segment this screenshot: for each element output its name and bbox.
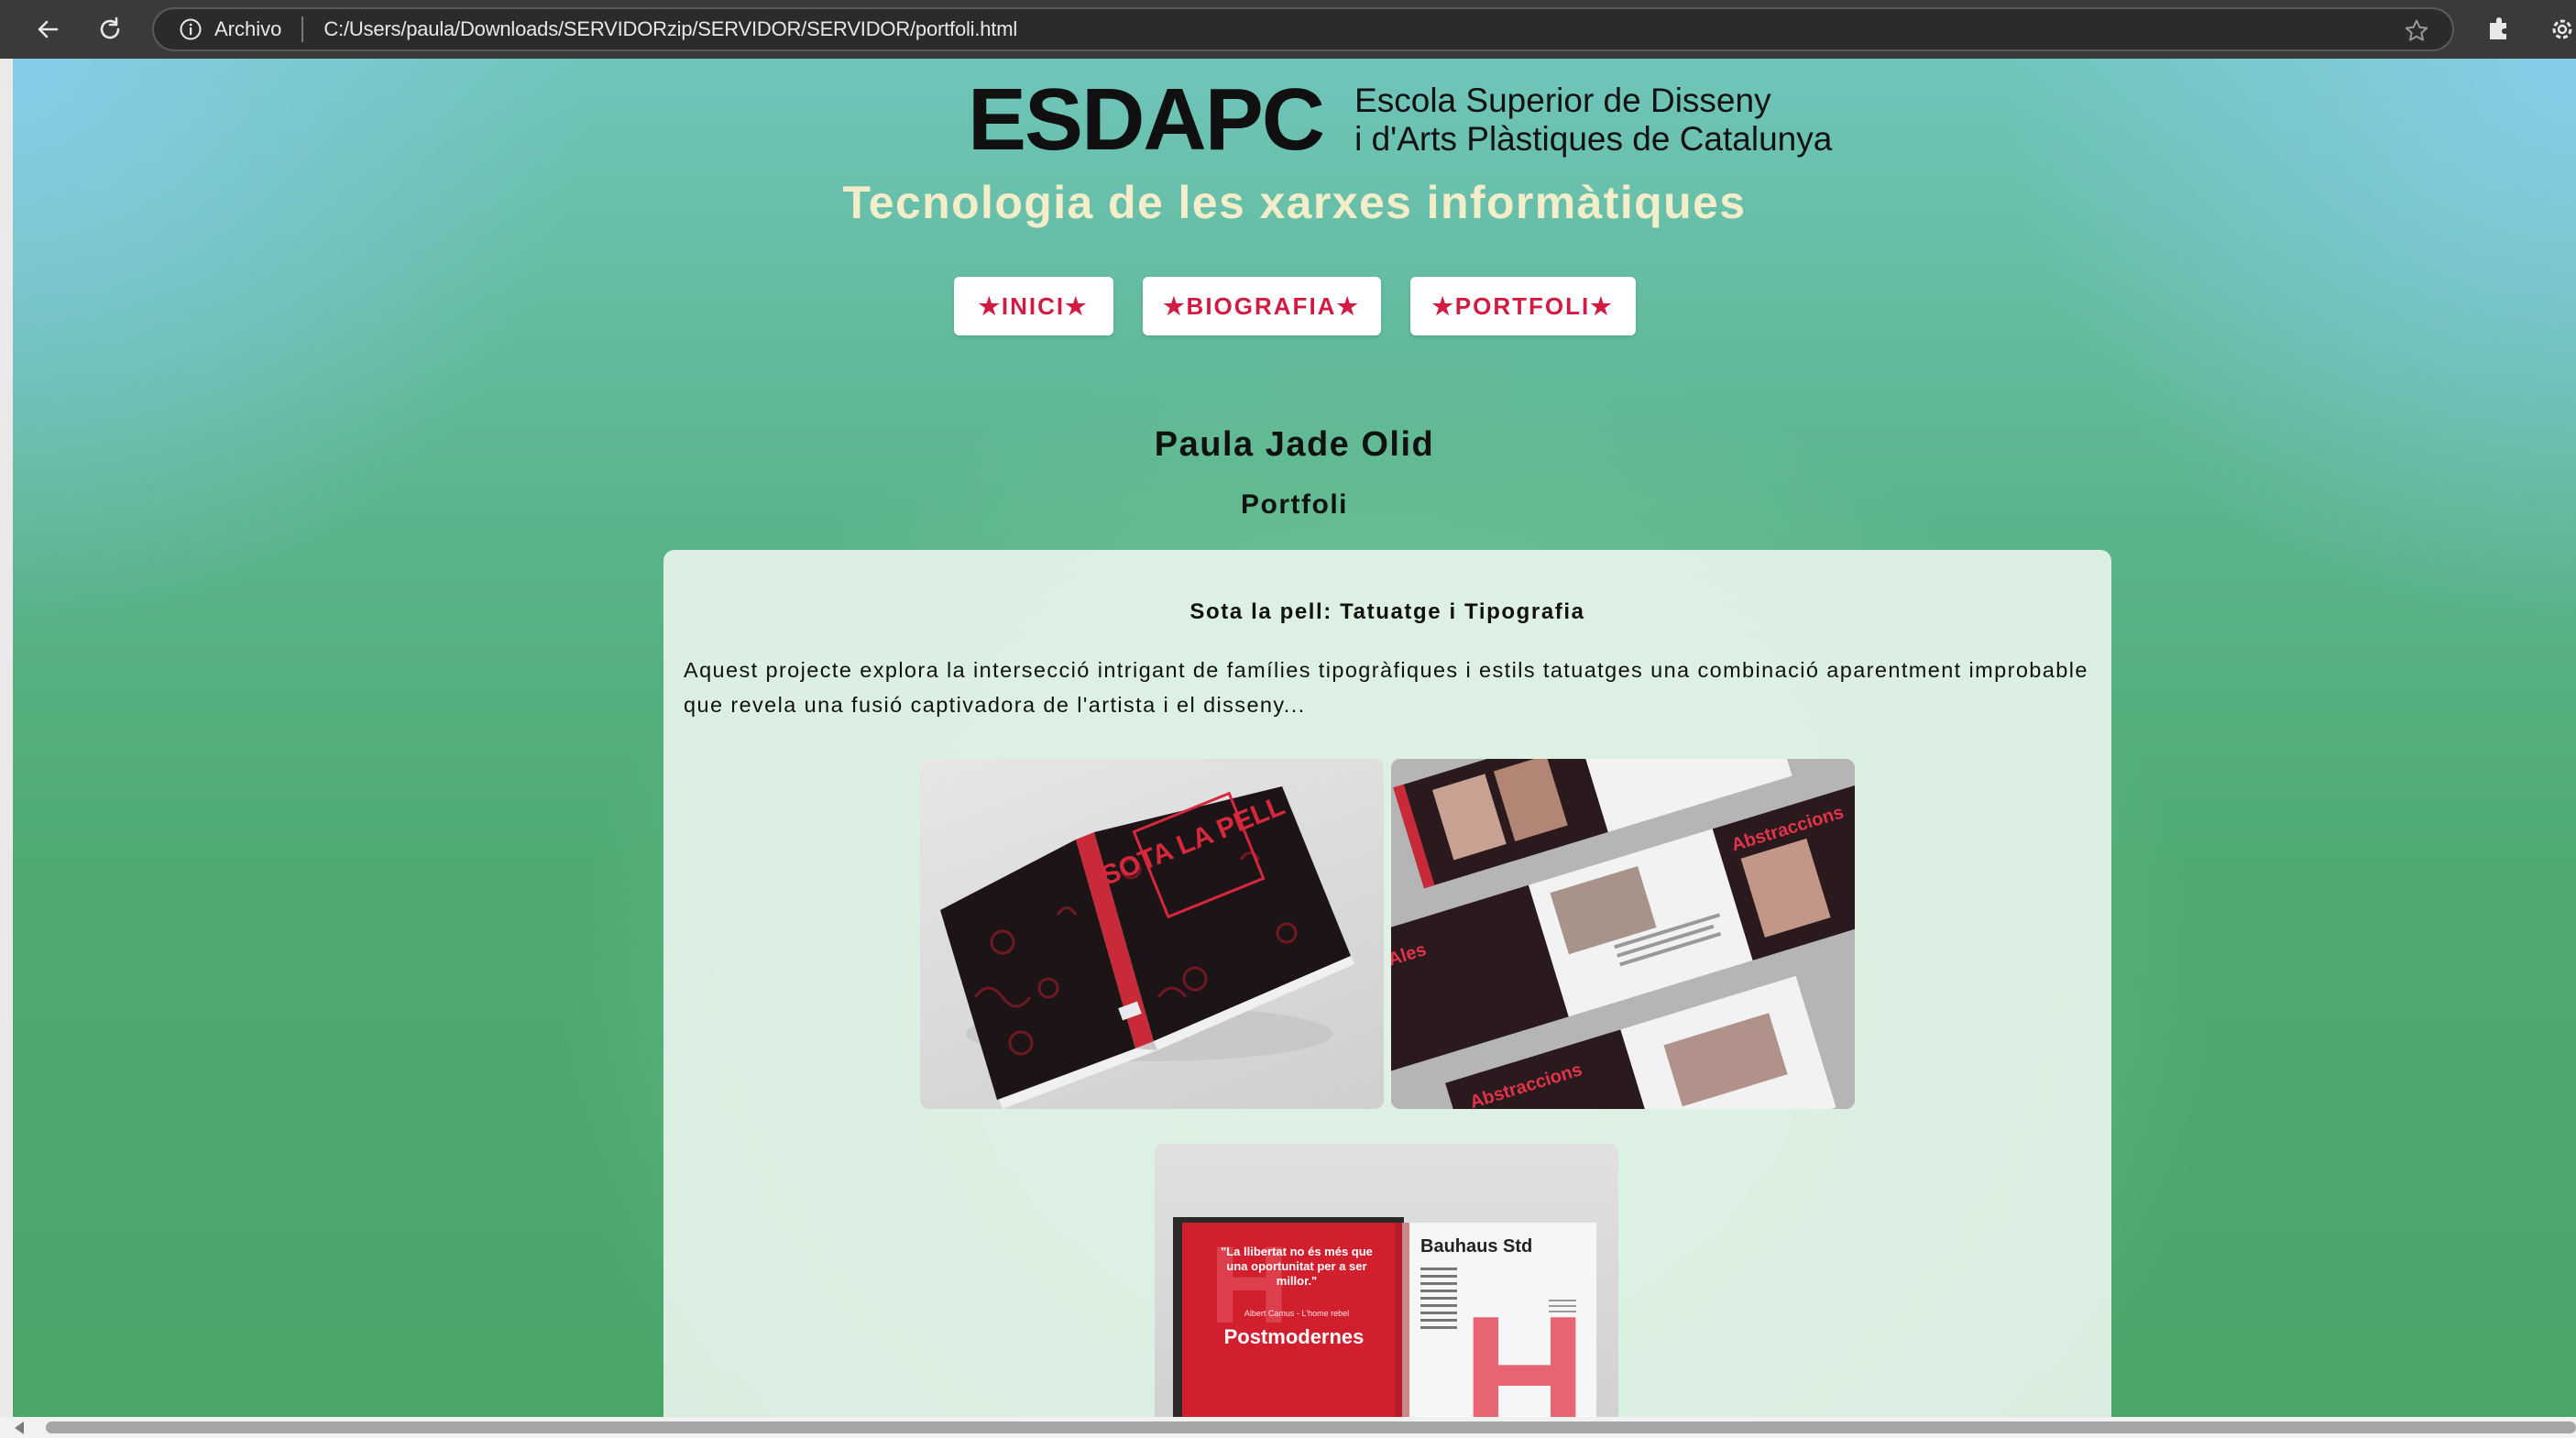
bauhaus-attribution: Albert Camus - L'home rebel: [1244, 1309, 1349, 1318]
url-text[interactable]: C:/Users/paula/Downloads/SERVIDORzip/SER…: [323, 17, 1017, 41]
horizontal-scrollbar[interactable]: [0, 1417, 2576, 1438]
extensions-icon[interactable]: [2480, 11, 2516, 48]
page-viewport: ESDAPC Escola Superior de Disseny i d'Ar…: [13, 59, 2576, 1417]
project-card: Sota la pell: Tatuatge i Tipografia Aque…: [663, 550, 2111, 1417]
browser-toolbar: Archivo C:/Users/paula/Downloads/SERVIDO…: [0, 0, 2576, 59]
bauhaus-heading: Postmodernes: [1224, 1325, 1365, 1348]
info-icon[interactable]: [178, 16, 203, 42]
star-icon[interactable]: [2403, 17, 2430, 45]
project-image-spreads[interactable]: Ales Abstraccions Abstraccions: [1391, 759, 1855, 1109]
scrollbar-thumb[interactable]: [46, 1422, 2576, 1433]
logo-subtitle: Escola Superior de Disseny i d'Arts Plàs…: [1354, 82, 1832, 159]
section-title: Portfoli: [1241, 489, 1348, 520]
site-title: Tecnologia de les xarxes informàtiques: [842, 177, 1747, 228]
scroll-left-arrow-icon[interactable]: [15, 1422, 24, 1434]
back-arrow-icon[interactable]: [29, 11, 66, 48]
logo-line-1: Escola Superior de Disseny: [1354, 82, 1771, 119]
esdapc-logo[interactable]: ESDAPC Escola Superior de Disseny i d'Ar…: [968, 71, 1832, 169]
reload-icon[interactable]: [92, 11, 128, 48]
bauhaus-font-name: Bauhaus Std: [1420, 1236, 1532, 1257]
url-scheme-label: Archivo: [214, 17, 282, 40]
bauhaus-quote: "La llibertat no és més que una oportuni…: [1221, 1245, 1373, 1288]
project-image-bauhaus[interactable]: H "La llibertat no és més que una oportu…: [1155, 1144, 1618, 1417]
nav-portfoli-button[interactable]: ★PORTFOLI★: [1409, 277, 1636, 335]
address-bar[interactable]: Archivo C:/Users/paula/Downloads/SERVIDO…: [152, 7, 2454, 51]
settings-icon[interactable]: [2544, 11, 2576, 48]
nav-inici-button[interactable]: ★INICI★: [953, 277, 1113, 335]
logo-line-2: i d'Arts Plàstiques de Catalunya: [1354, 120, 1833, 158]
project-image-book-cover[interactable]: SOTA LA PELL: [920, 759, 1384, 1109]
project-title: Sota la pell: Tatuatge i Tipografia: [1189, 599, 1585, 624]
main-nav: ★INICI★ ★BIOGRAFIA★ ★PORTFOLI★: [13, 277, 2576, 335]
project-description: Aquest projecte explora la intersecció i…: [684, 658, 2088, 717]
window-edge: [0, 59, 13, 1417]
logo-mark: ESDAPC: [968, 71, 1325, 169]
author-name: Paula Jade Olid: [1154, 425, 1435, 464]
nav-biografia-button[interactable]: ★BIOGRAFIA★: [1142, 277, 1381, 335]
url-divider: [301, 16, 304, 42]
